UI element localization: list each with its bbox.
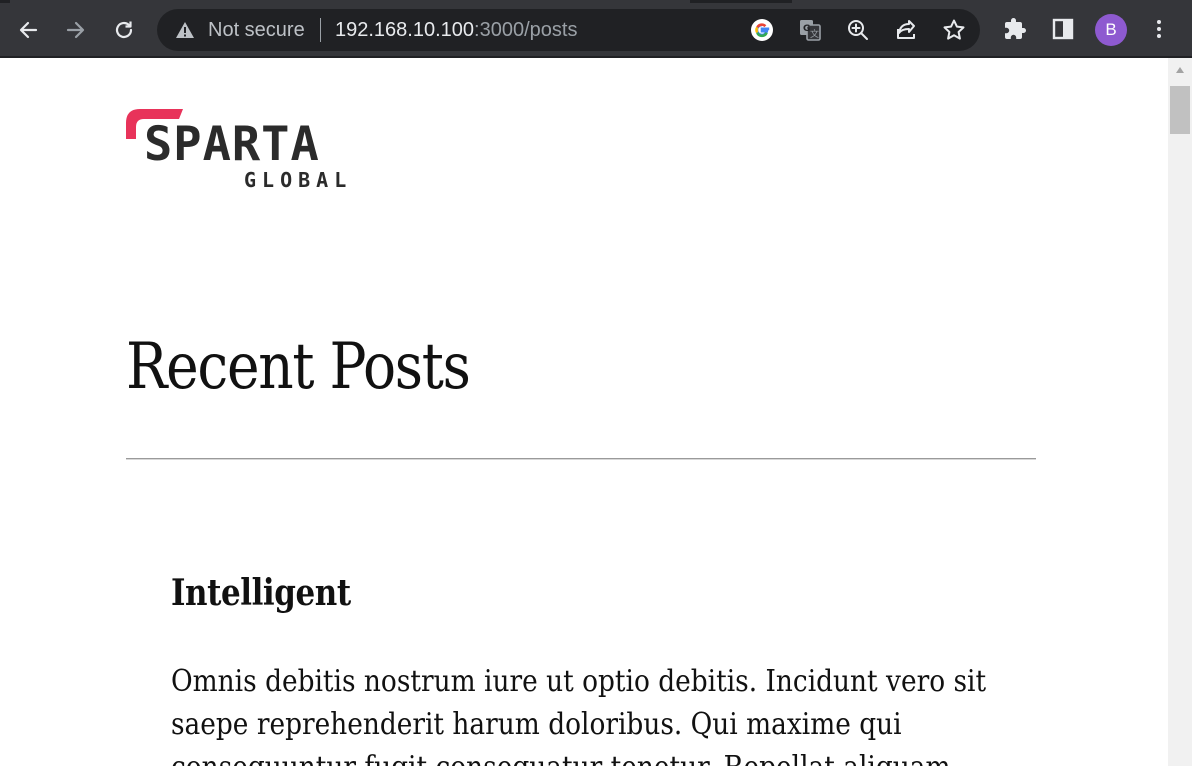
vertical-scrollbar[interactable]	[1168, 58, 1192, 766]
arrow-right-icon	[66, 21, 85, 39]
url-host: 192.168.10.100	[335, 19, 475, 41]
translate-icon[interactable]: G文	[797, 17, 823, 43]
side-panel-button[interactable]	[1047, 13, 1079, 45]
caret-up-icon	[1176, 67, 1184, 73]
extensions-button[interactable]	[999, 13, 1031, 45]
forward-button[interactable]	[60, 14, 92, 46]
page-viewport: SPARTA GLOBAL Recent Posts Intelligent O…	[0, 58, 1168, 766]
tab-strip	[0, 0, 1192, 3]
reload-icon	[115, 21, 133, 39]
google-lens-icon[interactable]	[749, 17, 775, 43]
kebab-menu-icon	[1157, 20, 1161, 38]
warning-icon[interactable]	[175, 21, 195, 44]
scroll-up-button[interactable]	[1168, 58, 1192, 82]
security-label[interactable]: Not secure	[208, 19, 305, 41]
profile-avatar[interactable]: B	[1095, 14, 1127, 46]
url-text[interactable]: 192.168.10.100:3000/posts	[335, 19, 577, 41]
back-button[interactable]	[12, 14, 44, 46]
menu-button[interactable]	[1143, 13, 1175, 45]
svg-text:文: 文	[810, 28, 819, 40]
arrow-left-icon	[19, 21, 38, 39]
active-tab[interactable]	[10, 0, 690, 3]
scrollbar-thumb[interactable]	[1170, 86, 1190, 134]
logo-word: SPARTA	[144, 117, 320, 172]
browser-toolbar: Not secure 192.168.10.100:3000/posts G文 …	[0, 0, 1192, 58]
divider	[126, 458, 1036, 460]
divider	[320, 18, 321, 42]
page-title: Recent Posts	[126, 330, 471, 404]
address-bar[interactable]: Not secure 192.168.10.100:3000/posts G文	[157, 9, 980, 51]
sparta-global-logo[interactable]: SPARTA GLOBAL	[126, 109, 356, 195]
share-icon[interactable]	[893, 17, 919, 43]
zoom-icon[interactable]	[845, 17, 871, 43]
post-title: Intelligent	[171, 572, 351, 614]
url-path: :3000/posts	[474, 19, 578, 41]
bookmark-star-icon[interactable]	[941, 17, 967, 43]
logo-subword: GLOBAL	[244, 168, 353, 192]
side-panel-icon	[1052, 18, 1074, 40]
reload-button[interactable]	[108, 14, 140, 46]
post-body: Omnis debitis nostrum iure ut optio debi…	[171, 664, 987, 766]
puzzle-icon	[1005, 18, 1026, 39]
tab[interactable]	[792, 0, 1192, 3]
